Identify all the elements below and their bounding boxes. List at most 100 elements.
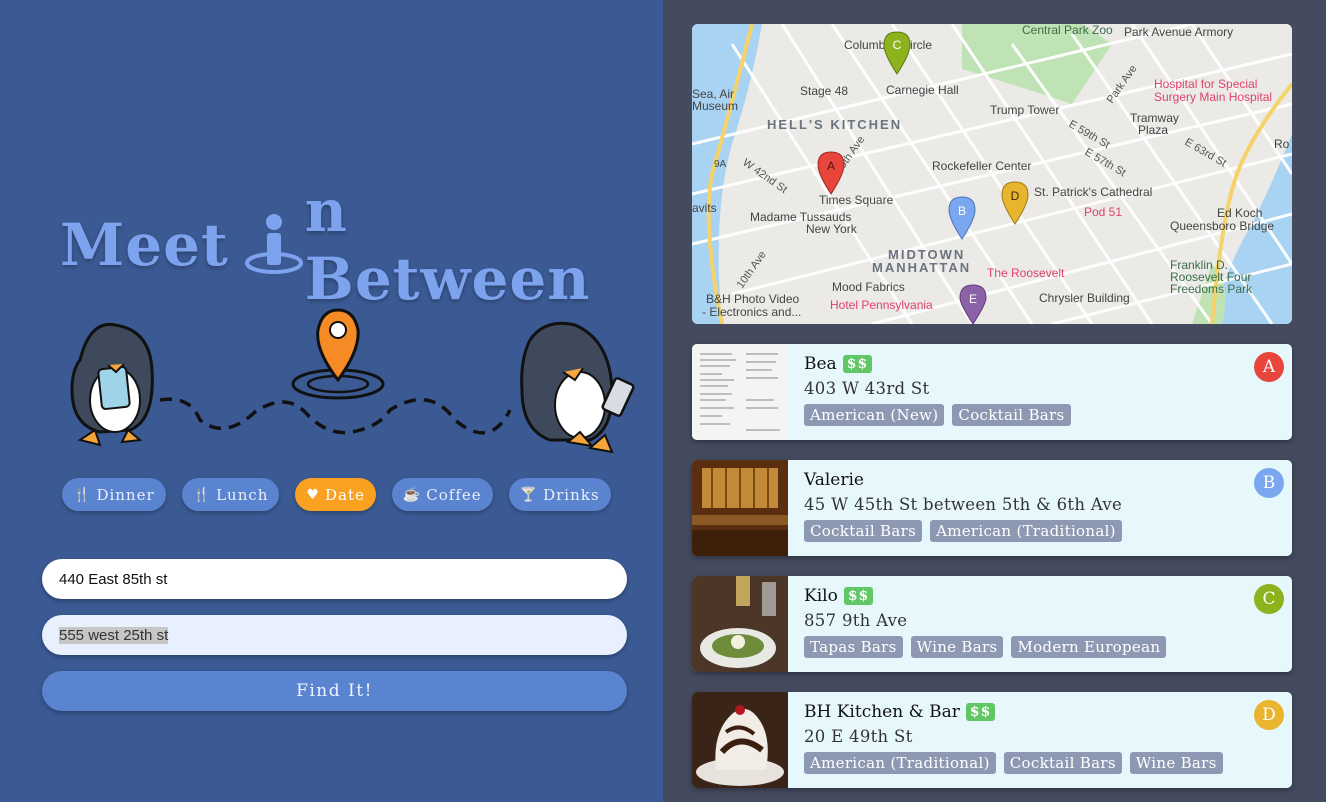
category-label: Date xyxy=(324,485,365,504)
category-lunch-button[interactable]: 🍴 Lunch xyxy=(181,478,280,511)
map-label: Stage 48 xyxy=(800,84,848,98)
map-label: MANHATTAN xyxy=(872,260,971,275)
heart-icon: ♥ xyxy=(306,486,320,503)
category-coffee-button[interactable]: ☕ Coffee xyxy=(391,478,493,511)
logo-text-between: n Between xyxy=(304,177,591,313)
category-date-button[interactable]: ♥ Date xyxy=(295,478,376,511)
app-logo: Meet n Between xyxy=(60,177,620,313)
svg-text:A: A xyxy=(827,159,835,173)
map-label: Freedoms Park xyxy=(1170,282,1253,296)
marker-badge: A xyxy=(1254,352,1284,382)
address-input-2[interactable]: 555 west 25th st xyxy=(42,615,627,655)
result-address: 45 W 45th St between 5th & 6th Ave xyxy=(804,495,1123,514)
coffee-icon: ☕ xyxy=(402,486,422,503)
map-label: Rockefeller Center xyxy=(932,159,1031,173)
logo-text-meet: Meet xyxy=(60,211,229,279)
svg-text:B: B xyxy=(958,204,966,218)
result-tags: American (Traditional) Cocktail Bars Win… xyxy=(804,752,1223,774)
category-drinks-button[interactable]: 🍸 Drinks xyxy=(508,478,611,511)
map-label: Plaza xyxy=(1138,123,1168,137)
address-input-2-value: 555 west 25th st xyxy=(59,626,169,644)
find-it-button[interactable]: Find It! xyxy=(42,671,627,711)
map-label: Museum xyxy=(692,99,738,113)
person-pin-icon xyxy=(244,213,303,277)
address-input-1[interactable]: 440 East 85th st xyxy=(42,559,627,599)
map-label: Queensboro Bridge xyxy=(1170,219,1274,233)
category-label: Lunch xyxy=(216,485,269,504)
map-label: Times Square xyxy=(819,193,894,207)
map-label: Hospital for Special xyxy=(1154,77,1257,91)
map-label: Hotel Pennsylvania xyxy=(830,298,933,312)
result-tags: Cocktail Bars American (Traditional) xyxy=(804,520,1122,542)
cocktail-icon: 🍸 xyxy=(519,486,539,503)
result-tag[interactable]: Cocktail Bars xyxy=(804,520,923,542)
result-tags: American (New) Cocktail Bars xyxy=(804,404,1071,426)
map-label: New York xyxy=(806,222,858,236)
category-dinner-button[interactable]: 🍴 Dinner xyxy=(62,478,166,511)
result-thumbnail xyxy=(692,344,788,440)
result-name: Kilo $$ xyxy=(804,586,874,606)
map-label: Ed Koch xyxy=(1217,206,1262,220)
map-label: Mood Fabrics xyxy=(832,280,905,294)
result-card[interactable]: Valerie 45 W 45th St between 5th & 6th A… xyxy=(692,460,1292,556)
result-thumbnail xyxy=(692,460,788,556)
result-name: BH Kitchen & Bar $$ xyxy=(804,702,996,722)
category-label: Coffee xyxy=(426,485,482,504)
result-tags: Tapas Bars Wine Bars Modern European xyxy=(804,636,1167,658)
result-card[interactable]: Kilo $$ 857 9th Ave Tapas Bars Wine Bars… xyxy=(692,576,1292,672)
result-name: Valerie xyxy=(804,470,864,490)
svg-text:E: E xyxy=(969,292,977,306)
result-name-text: Bea xyxy=(804,354,837,374)
result-address: 857 9th Ave xyxy=(804,611,908,630)
map-label: avits xyxy=(692,201,717,215)
utensils-icon: 🍴 xyxy=(192,486,212,503)
map-label: Park Avenue Armory xyxy=(1124,25,1233,39)
result-name-text: Valerie xyxy=(804,470,864,490)
map-label: Carnegie Hall xyxy=(886,83,959,97)
map-label: B&H Photo Video xyxy=(706,292,800,306)
utensils-icon: 🍴 xyxy=(73,486,92,503)
category-filters: 🍴 Dinner 🍴 Lunch ♥ Date ☕ Coffee 🍸 Drink… xyxy=(62,478,611,511)
result-tag[interactable]: Wine Bars xyxy=(1129,752,1223,774)
map-label: Central Park Zoo xyxy=(1022,24,1113,37)
map-label: Ro xyxy=(1274,137,1290,151)
map-label: Trump Tower xyxy=(990,103,1059,117)
category-label: Dinner xyxy=(96,485,155,504)
map-label: 9A xyxy=(714,159,727,170)
category-label: Drinks xyxy=(543,485,600,504)
result-tag[interactable]: American (Traditional) xyxy=(804,752,996,774)
result-tag[interactable]: American (Traditional) xyxy=(930,520,1122,542)
map-label: Chrysler Building xyxy=(1039,291,1130,305)
svg-text:C: C xyxy=(893,38,902,52)
map-label: The Roosevelt xyxy=(987,266,1065,280)
result-tag[interactable]: American (New) xyxy=(804,404,945,426)
location-pin-icon xyxy=(291,308,385,400)
left-penguin-icon xyxy=(70,322,154,447)
price-badge: $$ xyxy=(965,703,996,721)
marker-badge: D xyxy=(1254,700,1284,730)
result-card[interactable]: BH Kitchen & Bar $$ 20 E 49th St America… xyxy=(692,692,1292,788)
result-thumbnail xyxy=(692,692,788,788)
right-penguin-icon xyxy=(520,321,635,454)
result-tag[interactable]: Wine Bars xyxy=(910,636,1004,658)
map-label: Pod 51 xyxy=(1084,205,1122,219)
search-panel: Meet n Between 🍴 Dinner 🍴 Lunch ♥ Date ☕… xyxy=(0,0,663,802)
price-badge: $$ xyxy=(842,355,873,373)
result-tag[interactable]: Cocktail Bars xyxy=(1003,752,1122,774)
map-label: Surgery Main Hospital xyxy=(1154,90,1272,104)
result-name-text: BH Kitchen & Bar xyxy=(804,702,960,722)
result-name-text: Kilo xyxy=(804,586,838,606)
result-thumbnail xyxy=(692,576,788,672)
result-tag[interactable]: Cocktail Bars xyxy=(952,404,1071,426)
svg-text:D: D xyxy=(1011,189,1020,203)
address-input-1-value: 440 East 85th st xyxy=(59,570,168,588)
price-badge: $$ xyxy=(843,587,874,605)
result-tag[interactable]: Tapas Bars xyxy=(804,636,903,658)
map-label: - Electronics and... xyxy=(702,305,801,319)
result-card[interactable]: Bea $$ 403 W 43rd St American (New) Cock… xyxy=(692,344,1292,440)
result-tag[interactable]: Modern European xyxy=(1011,636,1167,658)
map-label: HELL'S KITCHEN xyxy=(767,117,902,132)
marker-badge: C xyxy=(1254,584,1284,614)
marker-badge: B xyxy=(1254,468,1284,498)
map-view[interactable]: Central Park Zoo Franklin D. Roosevelt F… xyxy=(692,24,1292,324)
